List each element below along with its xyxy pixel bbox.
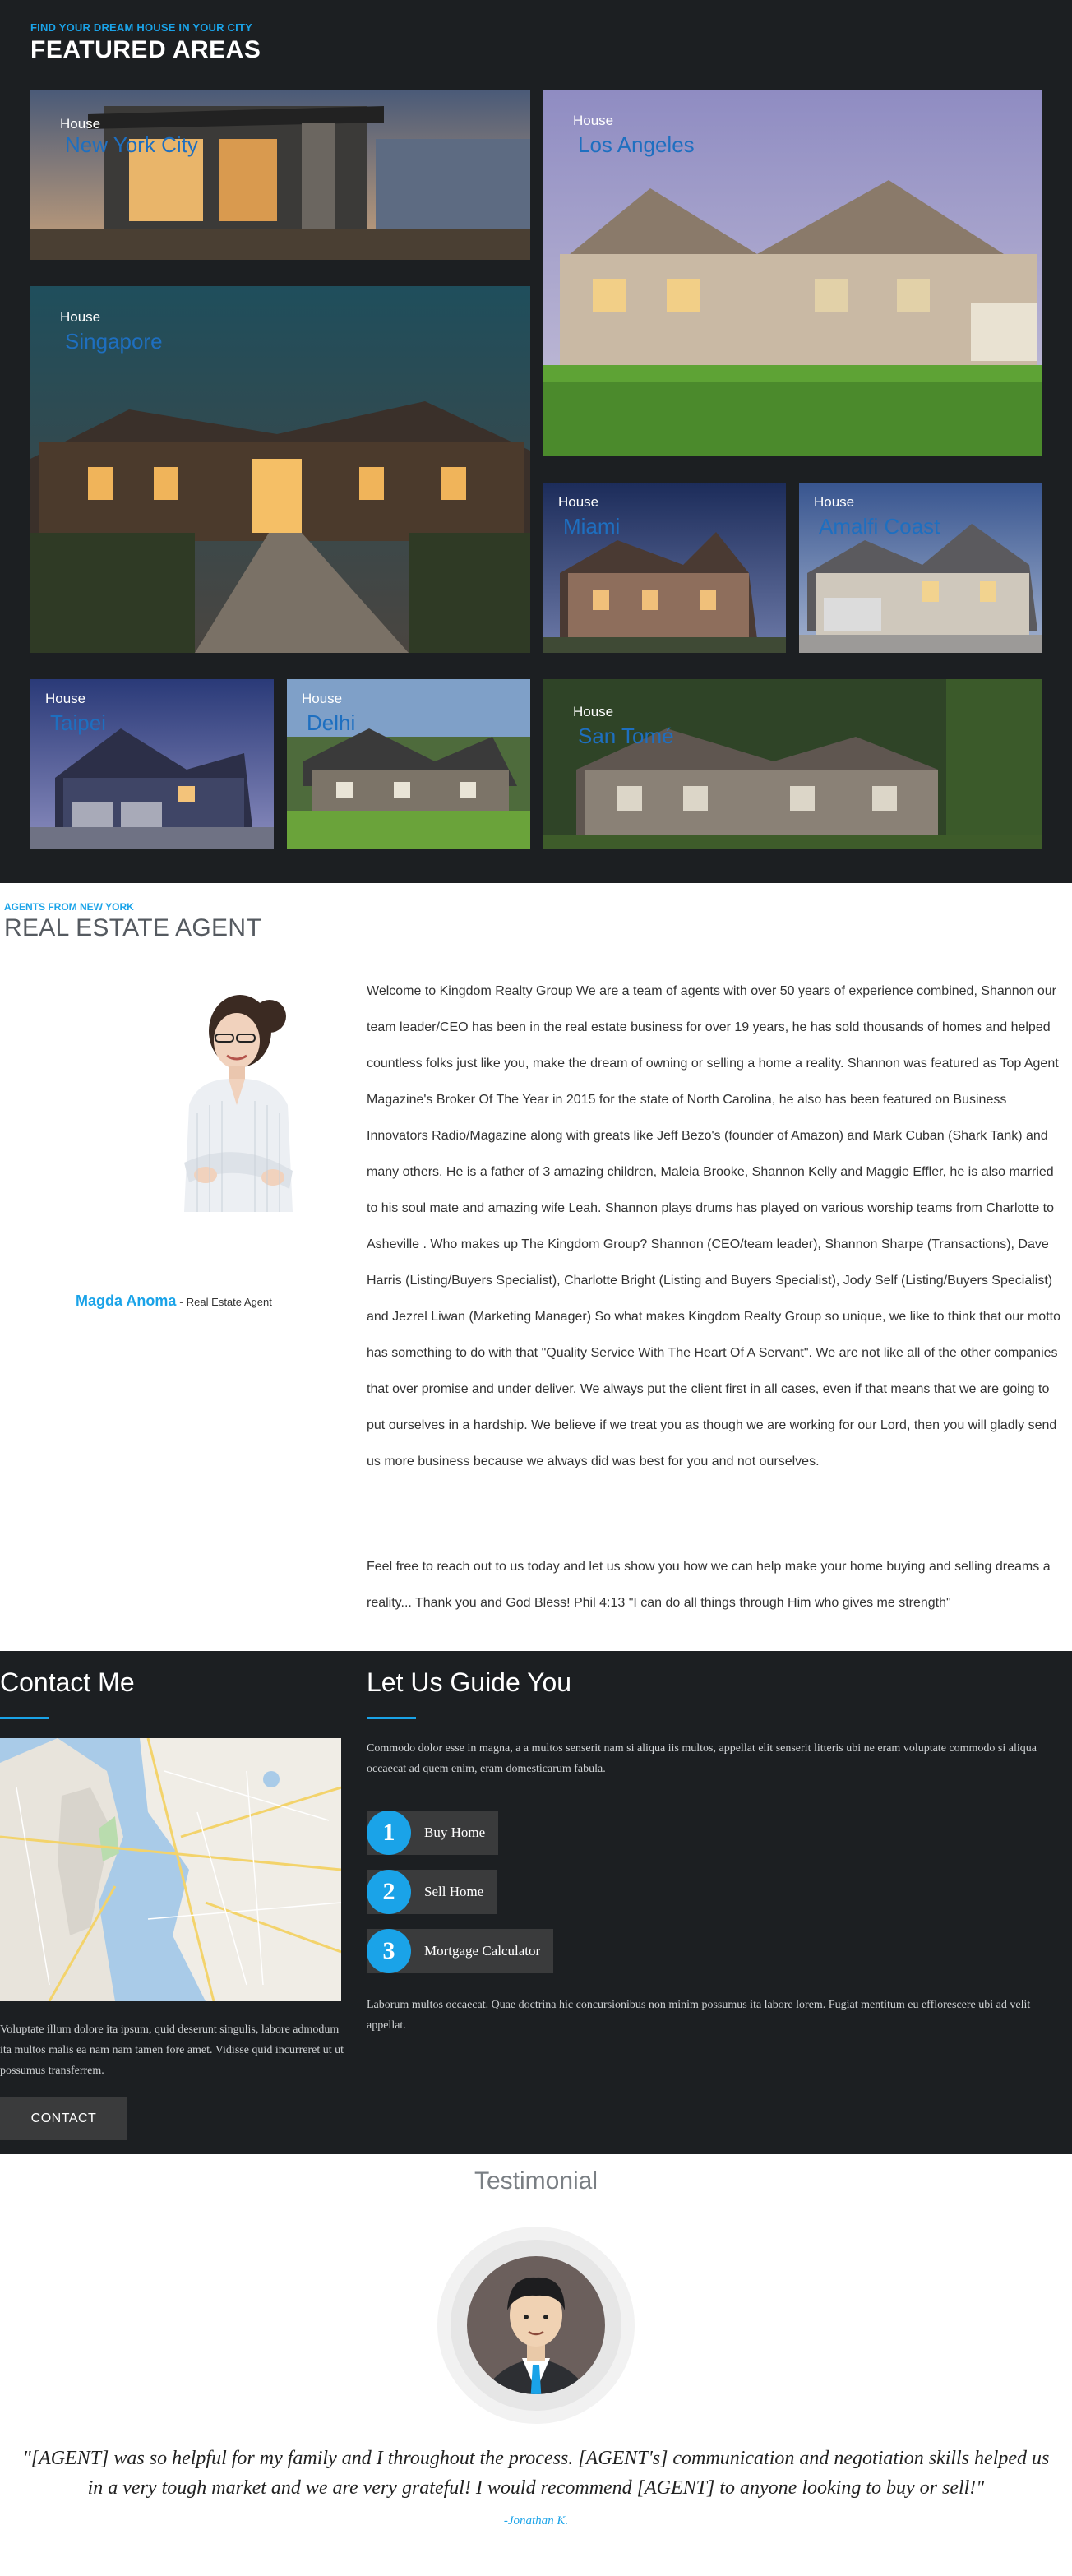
tile-type-label: House bbox=[60, 116, 101, 132]
house-photo bbox=[30, 90, 530, 260]
guide-footnote: Laborum multos occaecat. Quae doctrina h… bbox=[367, 1999, 1031, 2032]
testimonial-author: -Jonathan K. bbox=[503, 2514, 569, 2527]
agent-name-line: Magda Anoma - Real Estate Agent bbox=[76, 1293, 272, 1310]
featured-title: FEATURED AREAS bbox=[30, 36, 261, 63]
guide-title: Let Us Guide You bbox=[367, 1667, 572, 1697]
contact-title: Contact Me bbox=[0, 1667, 135, 1697]
guide-description: Commodo dolor esse in magna, a a multos … bbox=[367, 1742, 1037, 1775]
area-tile-los-angeles[interactable]: House Los Angeles bbox=[543, 90, 1042, 456]
area-tile-amalfi-coast[interactable]: House Amalfi Coast bbox=[799, 483, 1042, 653]
area-tile-taipei[interactable]: House Taipei bbox=[30, 679, 274, 849]
contact-guide-section: Contact Me Voluptate illum dolore ita ip… bbox=[0, 1651, 1072, 2154]
step-label: Buy Home bbox=[424, 1824, 486, 1840]
tile-city-label: Amalfi Coast bbox=[819, 514, 940, 539]
testimonial-section: Testimonial "[AGENT] was so helpful for … bbox=[0, 2154, 1072, 2576]
contact-description: Voluptate illum dolore ita ipsum, quid d… bbox=[0, 2023, 344, 2077]
step-number: 1 bbox=[367, 1811, 411, 1855]
tile-city-label: Taipei bbox=[50, 710, 106, 735]
house-photo bbox=[543, 679, 1042, 849]
agent-photo bbox=[184, 995, 293, 1212]
step-number: 2 bbox=[367, 1870, 411, 1914]
testimonial-quote: "[AGENT] was so helpful for my family an… bbox=[22, 2448, 1050, 2499]
location-map[interactable] bbox=[0, 1738, 341, 2001]
agent-name: Magda Anoma bbox=[76, 1293, 177, 1309]
tile-city-label: Los Angeles bbox=[578, 132, 695, 157]
agent-section: AGENTS FROM NEW YORK REAL ESTATE AGENT M… bbox=[0, 883, 1072, 1651]
agent-role: Real Estate Agent bbox=[186, 1296, 272, 1308]
tile-city-label: Delhi bbox=[307, 710, 356, 735]
step-sell-home[interactable]: 2 Sell Home bbox=[367, 1870, 497, 1914]
contact-title-underline bbox=[0, 1717, 49, 1719]
area-tile-miami[interactable]: House Miami bbox=[543, 483, 786, 653]
tile-type-label: House bbox=[814, 494, 855, 510]
tile-type-label: House bbox=[558, 494, 599, 510]
tile-type-label: House bbox=[573, 113, 614, 128]
agent-bio-closing: Feel free to reach out to us today and l… bbox=[367, 1560, 1051, 1610]
testimonial-title: Testimonial bbox=[474, 2167, 598, 2194]
area-tile-new-york[interactable]: House New York City bbox=[30, 90, 530, 260]
step-label: Mortgage Calculator bbox=[424, 1943, 541, 1959]
agent-kicker: AGENTS FROM NEW YORK bbox=[4, 901, 134, 913]
tile-type-label: House bbox=[573, 704, 614, 719]
step-buy-home[interactable]: 1 Buy Home bbox=[367, 1811, 499, 1855]
area-tile-delhi[interactable]: House Delhi bbox=[287, 679, 530, 849]
agent-bio: Welcome to Kingdom Realty Group We are a… bbox=[367, 984, 1060, 1468]
area-tile-san-tome[interactable]: House San Tomé bbox=[543, 679, 1042, 849]
tile-city-label: Miami bbox=[563, 514, 621, 539]
tile-type-label: House bbox=[45, 691, 86, 706]
contact-button[interactable]: CONTACT bbox=[0, 2097, 127, 2140]
tile-city-label: Singapore bbox=[65, 329, 163, 354]
area-tile-singapore[interactable]: House Singapore bbox=[30, 286, 530, 653]
featured-kicker: FIND YOUR DREAM HOUSE IN YOUR CITY bbox=[30, 21, 252, 34]
step-mortgage-calculator[interactable]: 3 Mortgage Calculator bbox=[367, 1929, 554, 1973]
tile-city-label: New York City bbox=[65, 132, 198, 157]
guide-title-underline bbox=[367, 1717, 416, 1719]
tile-city-label: San Tomé bbox=[578, 724, 674, 748]
tile-type-label: House bbox=[302, 691, 343, 706]
agent-section-title: REAL ESTATE AGENT bbox=[4, 914, 261, 941]
tile-type-label: House bbox=[60, 309, 101, 325]
agent-name-separator: - bbox=[176, 1295, 187, 1308]
step-number: 3 bbox=[367, 1929, 411, 1973]
testimonial-avatar bbox=[437, 2227, 635, 2424]
featured-areas-section: FIND YOUR DREAM HOUSE IN YOUR CITY FEATU… bbox=[0, 0, 1072, 883]
step-label: Sell Home bbox=[424, 1884, 484, 1899]
